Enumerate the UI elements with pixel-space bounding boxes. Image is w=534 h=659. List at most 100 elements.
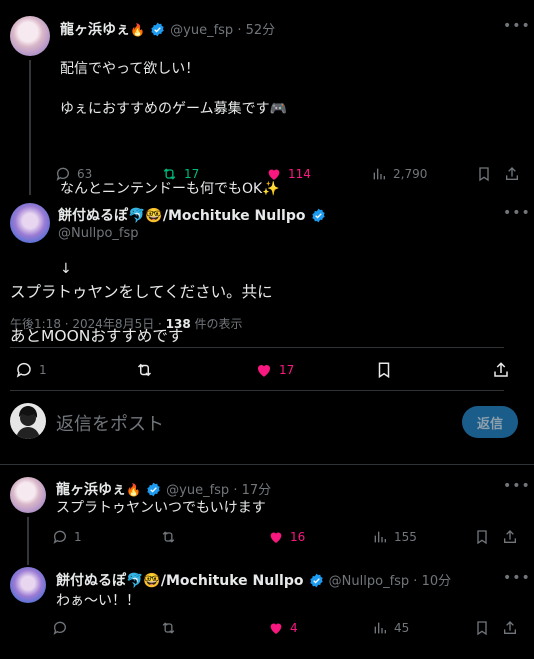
avatar[interactable] bbox=[10, 203, 50, 243]
view-count: 2,790 bbox=[393, 167, 428, 181]
share-button[interactable] bbox=[502, 529, 518, 545]
timestamp[interactable]: 52分 bbox=[246, 23, 276, 38]
reply-icon bbox=[56, 167, 69, 181]
tweet-actions: 1 17 bbox=[15, 361, 520, 379]
like-button[interactable]: 114 bbox=[266, 166, 371, 182]
like-button[interactable]: 4 bbox=[268, 620, 372, 636]
tweet-actions: 63 17 114 2,790 bbox=[55, 166, 525, 182]
display-name[interactable]: 餅付ぬるぽ🐬🤓/Mochituke Nullpo bbox=[56, 573, 303, 589]
timestamp[interactable]: 17分 bbox=[242, 483, 272, 498]
fire-icon: 🔥 bbox=[126, 482, 141, 497]
timestamp[interactable]: 午後1:18 · 2024年8月5日 · bbox=[10, 317, 166, 331]
repost-button[interactable] bbox=[160, 620, 268, 636]
views-icon bbox=[373, 168, 385, 180]
view-count: 155 bbox=[394, 530, 417, 544]
repost-button[interactable] bbox=[135, 361, 255, 379]
verified-badge-icon bbox=[311, 208, 325, 223]
display-name[interactable]: 餅付ぬるぽ🐬🤓/Mochituke Nullpo bbox=[58, 208, 305, 224]
bookmark-button[interactable] bbox=[375, 361, 492, 379]
verified-badge-icon bbox=[151, 22, 164, 37]
user-handle[interactable]: @Nullpo_fsp bbox=[329, 574, 410, 589]
display-name[interactable]: 龍ヶ浜ゆぇ bbox=[56, 482, 126, 498]
tweet-text: わぁ〜い！！ bbox=[56, 593, 140, 609]
tweet-header: 龍ヶ浜ゆぇ🔥 @yue_fsp · 52分 bbox=[60, 22, 276, 38]
reply-submit-button[interactable]: 返信 bbox=[462, 406, 518, 438]
repost-icon bbox=[162, 531, 175, 543]
reply-count: 1 bbox=[39, 363, 47, 377]
reply-button[interactable]: 1 bbox=[15, 361, 135, 379]
repost-icon bbox=[137, 363, 152, 377]
tweet-line: スプラトゥヤンをしてください。共に bbox=[10, 283, 273, 301]
divider bbox=[10, 390, 504, 391]
tweet-line: ゆぇにおすすめのゲーム募集です🎮 bbox=[60, 101, 288, 117]
bookmark-icon bbox=[477, 530, 487, 545]
avatar[interactable] bbox=[10, 403, 46, 439]
tweet-actions: 1 16 155 bbox=[52, 529, 522, 545]
tweet-line: 配信でやって欲しい！ bbox=[60, 61, 200, 77]
tweet-line: なんとニンテンドーも何でもOK✨ bbox=[60, 181, 280, 197]
fire-icon: 🔥 bbox=[130, 22, 145, 37]
repost-button[interactable] bbox=[160, 529, 268, 545]
reply-input[interactable]: 返信をポスト bbox=[56, 410, 164, 436]
view-count: 45 bbox=[394, 621, 410, 635]
share-button[interactable] bbox=[492, 361, 510, 379]
user-handle[interactable]: @yue_fsp bbox=[166, 483, 229, 498]
user-handle[interactable]: @Nullpo_fsp bbox=[58, 226, 139, 241]
repost-icon bbox=[162, 622, 175, 634]
like-count: 16 bbox=[290, 530, 306, 544]
timestamp[interactable]: 10分 bbox=[422, 574, 452, 589]
user-handle[interactable]: @yue_fsp bbox=[170, 23, 233, 38]
views-icon bbox=[374, 531, 386, 543]
bookmark-icon bbox=[479, 167, 489, 182]
reply-button[interactable] bbox=[52, 620, 160, 636]
display-name[interactable]: 龍ヶ浜ゆぇ bbox=[60, 22, 130, 38]
more-icon[interactable]: ••• bbox=[503, 478, 531, 494]
reply-icon bbox=[53, 530, 66, 544]
more-icon[interactable]: ••• bbox=[503, 205, 531, 221]
reply-count: 1 bbox=[74, 530, 82, 544]
bookmark-button[interactable] bbox=[476, 166, 504, 182]
bookmark-icon bbox=[477, 621, 487, 636]
share-button[interactable] bbox=[502, 620, 518, 636]
view-count: 138 bbox=[165, 317, 191, 331]
views-icon bbox=[374, 622, 386, 634]
views-button[interactable]: 45 bbox=[372, 620, 474, 636]
views-button[interactable]: 2,790 bbox=[371, 166, 476, 182]
reply-button[interactable]: 63 bbox=[55, 166, 161, 182]
like-button[interactable]: 17 bbox=[255, 361, 375, 379]
reply-icon bbox=[53, 621, 66, 635]
repost-button[interactable]: 17 bbox=[161, 166, 266, 182]
avatar[interactable] bbox=[10, 16, 50, 56]
heart-icon bbox=[257, 364, 271, 377]
verified-badge-icon bbox=[309, 573, 323, 588]
views-label: 件の表示 bbox=[190, 317, 243, 331]
heart-icon bbox=[268, 169, 280, 180]
bookmark-button[interactable] bbox=[474, 620, 502, 636]
thread-line bbox=[29, 60, 31, 195]
heart-icon bbox=[270, 623, 282, 634]
more-icon[interactable]: ••• bbox=[503, 570, 531, 586]
avatar[interactable] bbox=[10, 567, 46, 603]
bookmark-button[interactable] bbox=[474, 529, 502, 545]
views-button[interactable]: 155 bbox=[372, 529, 474, 545]
tweet-actions: 4 45 bbox=[52, 620, 522, 636]
tweet-text: スプラトゥヤンいつでもいけます bbox=[56, 500, 266, 516]
tweet-header: 餅付ぬるぽ🐬🤓/Mochituke Nullpo @Nullpo_fsp · 1… bbox=[56, 573, 452, 589]
like-button[interactable]: 16 bbox=[268, 529, 372, 545]
reply-icon bbox=[16, 362, 31, 378]
reply-button[interactable]: 1 bbox=[52, 529, 160, 545]
like-count: 4 bbox=[290, 621, 298, 635]
reply-count: 63 bbox=[77, 167, 93, 181]
share-button[interactable] bbox=[504, 166, 520, 182]
more-icon[interactable]: ••• bbox=[503, 18, 531, 34]
divider bbox=[0, 464, 534, 465]
divider bbox=[10, 347, 504, 348]
avatar[interactable] bbox=[10, 477, 46, 513]
share-icon bbox=[494, 362, 508, 377]
share-icon bbox=[504, 530, 516, 543]
like-count: 114 bbox=[288, 167, 311, 181]
tweet-header: 龍ヶ浜ゆぇ🔥 @yue_fsp · 17分 bbox=[56, 482, 272, 498]
tweet-text: スプラトゥヤンをしてください。共に あとMOONおすすめです bbox=[10, 259, 273, 369]
bookmark-icon bbox=[378, 362, 390, 379]
like-count: 17 bbox=[279, 363, 295, 377]
